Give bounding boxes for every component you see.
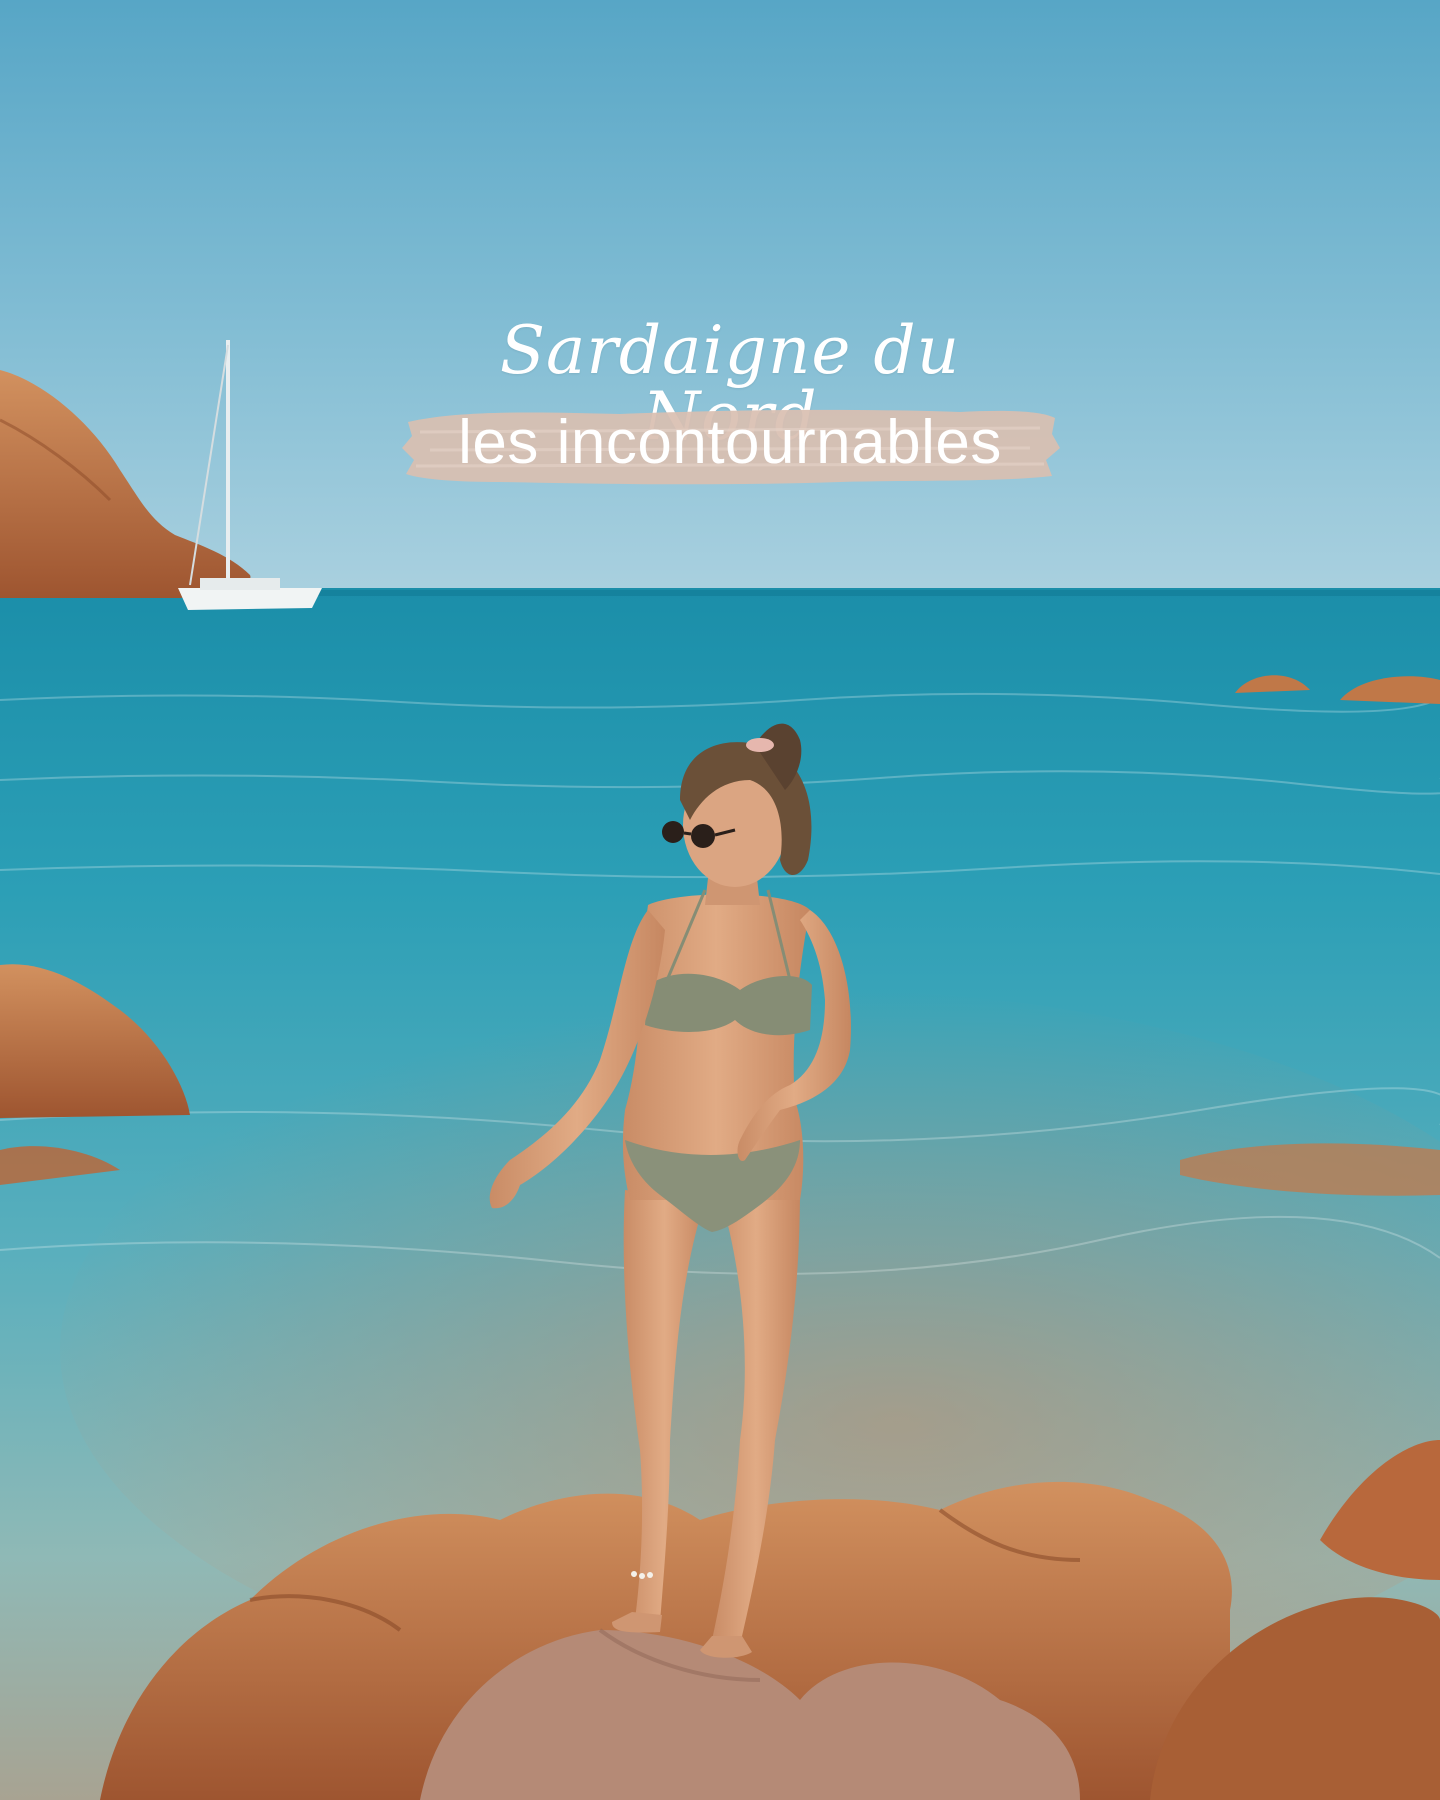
subtitle-text: les incontournables	[458, 408, 1002, 477]
sky	[0, 0, 1440, 590]
beach-scene	[0, 0, 1440, 1800]
title-overlay: Sardaigne du Nord les incontournables	[400, 318, 1060, 498]
beach-photo: Sardaigne du Nord les incontournables	[0, 0, 1440, 1800]
